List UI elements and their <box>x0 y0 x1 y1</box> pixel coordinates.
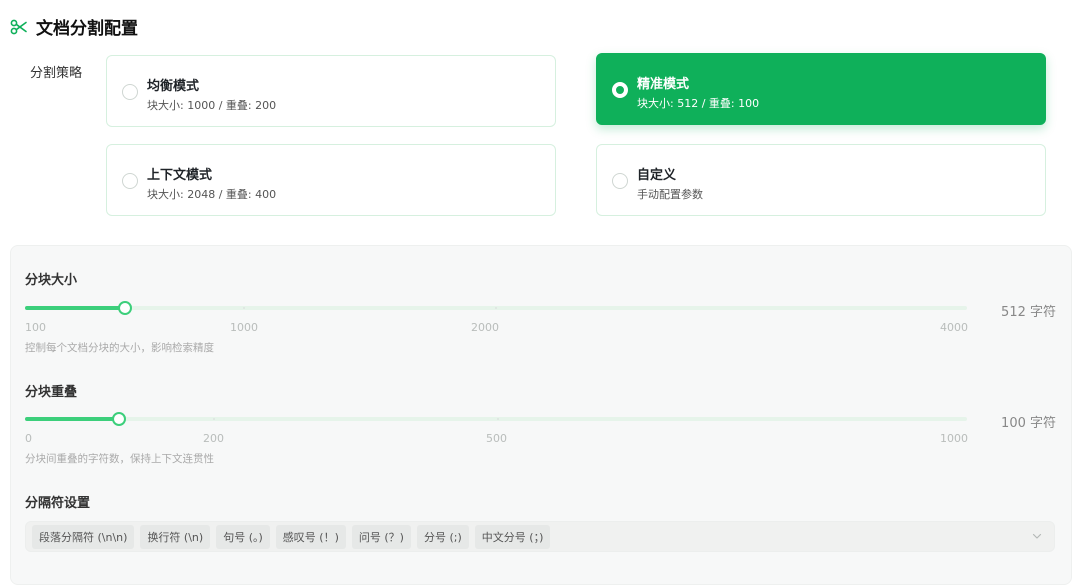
mark-label: 200 <box>203 432 224 445</box>
chevron-down-icon[interactable] <box>1032 531 1042 541</box>
radio-button[interactable] <box>122 84 138 100</box>
mark-label: 1000 <box>940 432 968 445</box>
slider-thumb[interactable] <box>117 301 132 315</box>
option-desc: 块大小: 512 / 重叠: 100 <box>637 97 760 110</box>
slider-step-dot <box>213 418 215 420</box>
mark-label: 500 <box>486 432 507 445</box>
strategy-option-precise[interactable]: 精准模式 块大小: 512 / 重叠: 100 <box>596 53 1046 125</box>
chunk-size-title: 分块大小 <box>25 273 78 288</box>
option-name: 均衡模式 <box>147 79 200 94</box>
radio-button-checked[interactable] <box>612 82 628 98</box>
slider-fill <box>25 417 119 421</box>
slider-step-dot <box>243 307 245 309</box>
slider-step-dot <box>497 418 499 420</box>
scissors-icon <box>10 19 27 34</box>
separator-tag[interactable]: 中文分号 (；) <box>474 524 551 549</box>
separator-tag[interactable]: 问号 (？) <box>351 524 411 549</box>
strategy-option-context[interactable]: 上下文模式 块大小: 2048 / 重叠: 400 <box>106 144 556 216</box>
chunk-size-hint: 控制每个文档分块的大小，影响检索精度 <box>25 342 214 354</box>
separator-tag[interactable]: 换行符 (\n) <box>140 524 211 549</box>
separator-tag[interactable]: 感叹号 (！) <box>275 524 346 549</box>
chunk-overlap-slider[interactable] <box>25 409 967 431</box>
chunk-overlap-value: 100 字符 <box>1001 416 1056 431</box>
option-name: 精准模式 <box>637 77 690 92</box>
radio-button[interactable] <box>612 173 628 189</box>
option-desc: 块大小: 2048 / 重叠: 400 <box>147 188 277 201</box>
separators-title: 分隔符设置 <box>25 496 91 511</box>
page-title: 文档分割配置 <box>36 19 138 39</box>
mark-label: 1000 <box>230 321 258 334</box>
option-desc: 手动配置参数 <box>637 188 703 201</box>
separator-tag[interactable]: 段落分隔符 (\n\n) <box>32 524 135 549</box>
chunk-size-slider[interactable] <box>25 298 967 320</box>
slider-fill <box>25 306 125 310</box>
option-name: 上下文模式 <box>147 168 213 183</box>
chunk-overlap-hint: 分块间重叠的字符数，保持上下文连贯性 <box>25 453 214 465</box>
slider-thumb[interactable] <box>112 412 126 426</box>
mark-label: 100 <box>25 321 46 334</box>
mark-label: 0 <box>25 432 32 445</box>
chunk-overlap-title: 分块重叠 <box>25 385 78 400</box>
mark-label: 4000 <box>940 321 968 334</box>
slider-step-dot <box>495 307 497 309</box>
chunk-overlap-marks: 0 200 500 1000 <box>25 432 968 446</box>
page-header: 文档分割配置 <box>10 14 138 39</box>
chunk-size-marks: 100 1000 2000 4000 <box>25 321 968 335</box>
strategy-option-custom[interactable]: 自定义 手动配置参数 <box>596 144 1046 216</box>
strategy-label: 分割策略 <box>30 66 83 81</box>
chunk-size-value: 512 字符 <box>1001 305 1056 320</box>
separator-tag[interactable]: 分号 (;) <box>416 524 469 549</box>
slider-track <box>25 417 967 421</box>
option-name: 自定义 <box>637 168 677 183</box>
option-desc: 块大小: 1000 / 重叠: 200 <box>147 99 277 112</box>
radio-button[interactable] <box>122 173 138 189</box>
separator-select[interactable]: 段落分隔符 (\n\n) 换行符 (\n) 句号 (。) 感叹号 (！) 问号 … <box>25 521 1055 552</box>
separator-tag[interactable]: 句号 (。) <box>216 524 270 549</box>
strategy-option-balanced[interactable]: 均衡模式 块大小: 1000 / 重叠: 200 <box>106 55 556 127</box>
mark-label: 2000 <box>471 321 499 334</box>
